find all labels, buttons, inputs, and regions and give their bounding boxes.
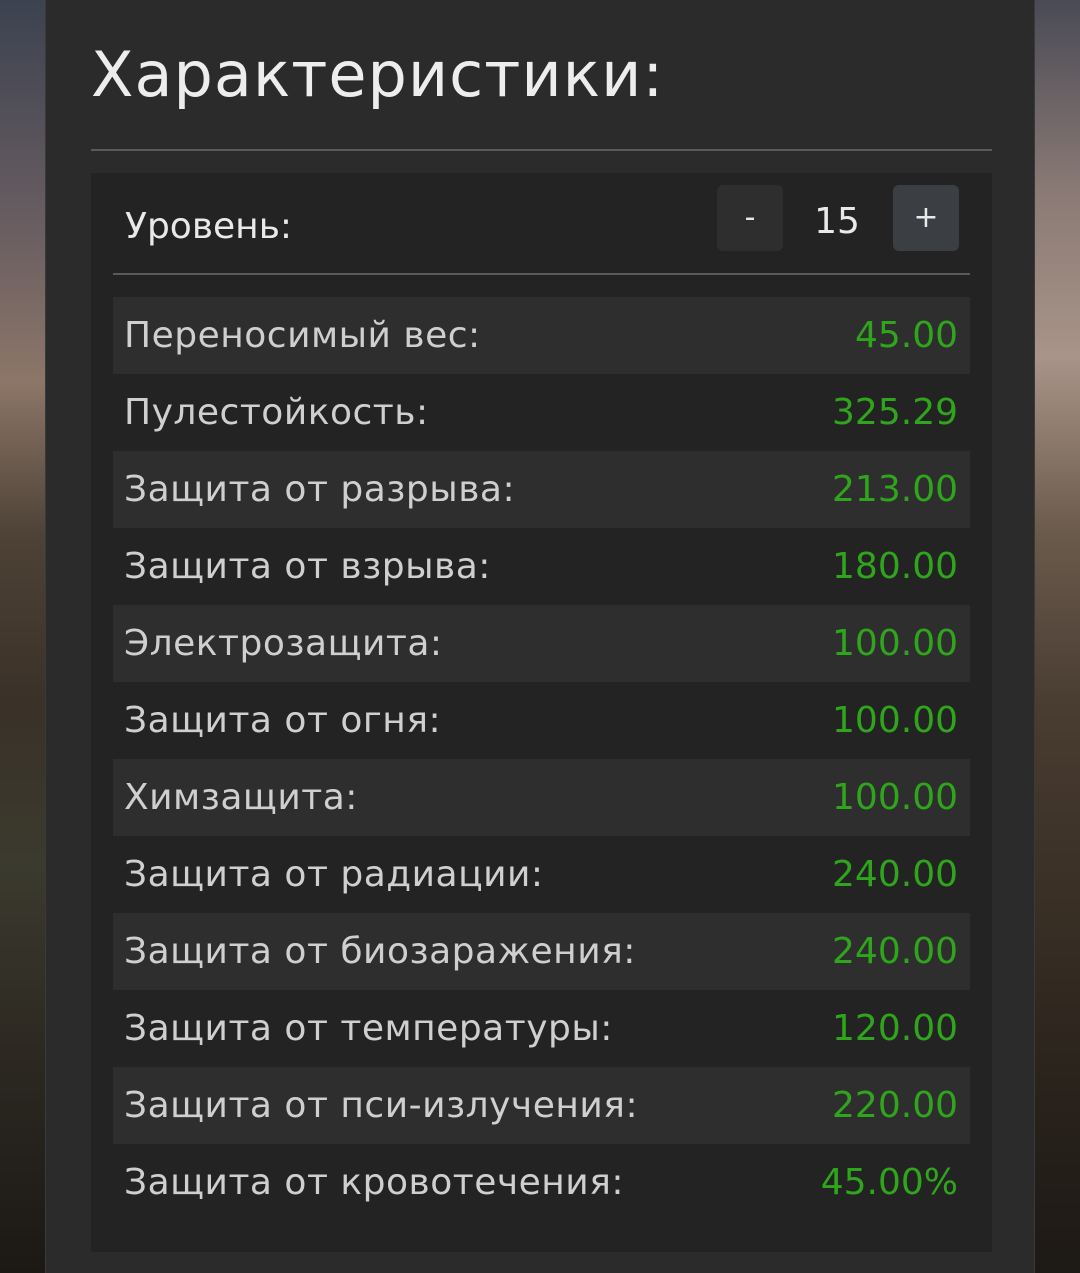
stat-label: Пулестойкость: — [124, 392, 429, 433]
stat-label: Защита от биозаражения: — [124, 931, 636, 972]
stat-label: Защита от пси-излучения: — [124, 1085, 639, 1126]
stat-row-radiation-protection: Защита от радиации: 240.00 — [113, 836, 970, 913]
stat-row-psi-protection: Защита от пси-излучения: 220.00 — [113, 1067, 970, 1144]
level-label: Уровень: — [125, 206, 293, 247]
stat-row-rupture-protection: Защита от разрыва: 213.00 — [113, 451, 970, 528]
level-value: 15 — [814, 201, 860, 242]
stat-list: Переносимый вес: 45.00 Пулестойкость: 32… — [113, 297, 970, 1221]
stat-value: 220.00 — [832, 1085, 958, 1126]
title-divider — [91, 149, 992, 151]
level-decrement-button[interactable]: - — [717, 185, 783, 251]
stat-value: 213.00 — [832, 469, 958, 510]
background-right — [1034, 0, 1080, 1273]
stat-label: Защита от температуры: — [124, 1008, 613, 1049]
stat-row-bullet-resistance: Пулестойкость: 325.29 — [113, 374, 970, 451]
stat-label: Химзащита: — [124, 777, 358, 818]
characteristics-panel: Характеристики: Уровень: - 15 + Переноси… — [45, 0, 1035, 1273]
stat-label: Защита от разрыва: — [124, 469, 516, 510]
stat-value: 45.00% — [820, 1162, 958, 1203]
panel-title: Характеристики: — [91, 38, 665, 111]
stat-value: 100.00 — [832, 777, 958, 818]
stat-row-electro-protection: Электрозащита: 100.00 — [113, 605, 970, 682]
level-increment-button[interactable]: + — [893, 185, 959, 251]
stat-value: 240.00 — [832, 854, 958, 895]
stat-row-fire-protection: Защита от огня: 100.00 — [113, 682, 970, 759]
stat-value: 45.00 — [854, 315, 958, 356]
stat-row-carry-weight: Переносимый вес: 45.00 — [113, 297, 970, 374]
stat-value: 325.29 — [832, 392, 958, 433]
stat-value: 240.00 — [832, 931, 958, 972]
stat-label: Защита от огня: — [124, 700, 442, 741]
stat-row-explosion-protection: Защита от взрыва: 180.00 — [113, 528, 970, 605]
stat-row-bleeding-protection: Защита от кровотечения: 45.00% — [113, 1144, 970, 1221]
stat-value: 120.00 — [832, 1008, 958, 1049]
stat-label: Переносимый вес: — [124, 315, 481, 356]
stat-row-bio-protection: Защита от биозаражения: 240.00 — [113, 913, 970, 990]
stat-value: 180.00 — [832, 546, 958, 587]
stat-label: Электрозащита: — [124, 623, 443, 664]
stats-box: Уровень: - 15 + Переносимый вес: 45.00 П… — [91, 173, 992, 1252]
stat-row-chemical-protection: Химзащита: 100.00 — [113, 759, 970, 836]
stat-value: 100.00 — [832, 623, 958, 664]
stat-label: Защита от кровотечения: — [124, 1162, 624, 1203]
stat-value: 100.00 — [832, 700, 958, 741]
level-divider — [113, 273, 970, 275]
background-left — [0, 0, 46, 1273]
stat-label: Защита от радиации: — [124, 854, 544, 895]
stat-row-temperature-protection: Защита от температуры: 120.00 — [113, 990, 970, 1067]
stat-label: Защита от взрыва: — [124, 546, 491, 587]
